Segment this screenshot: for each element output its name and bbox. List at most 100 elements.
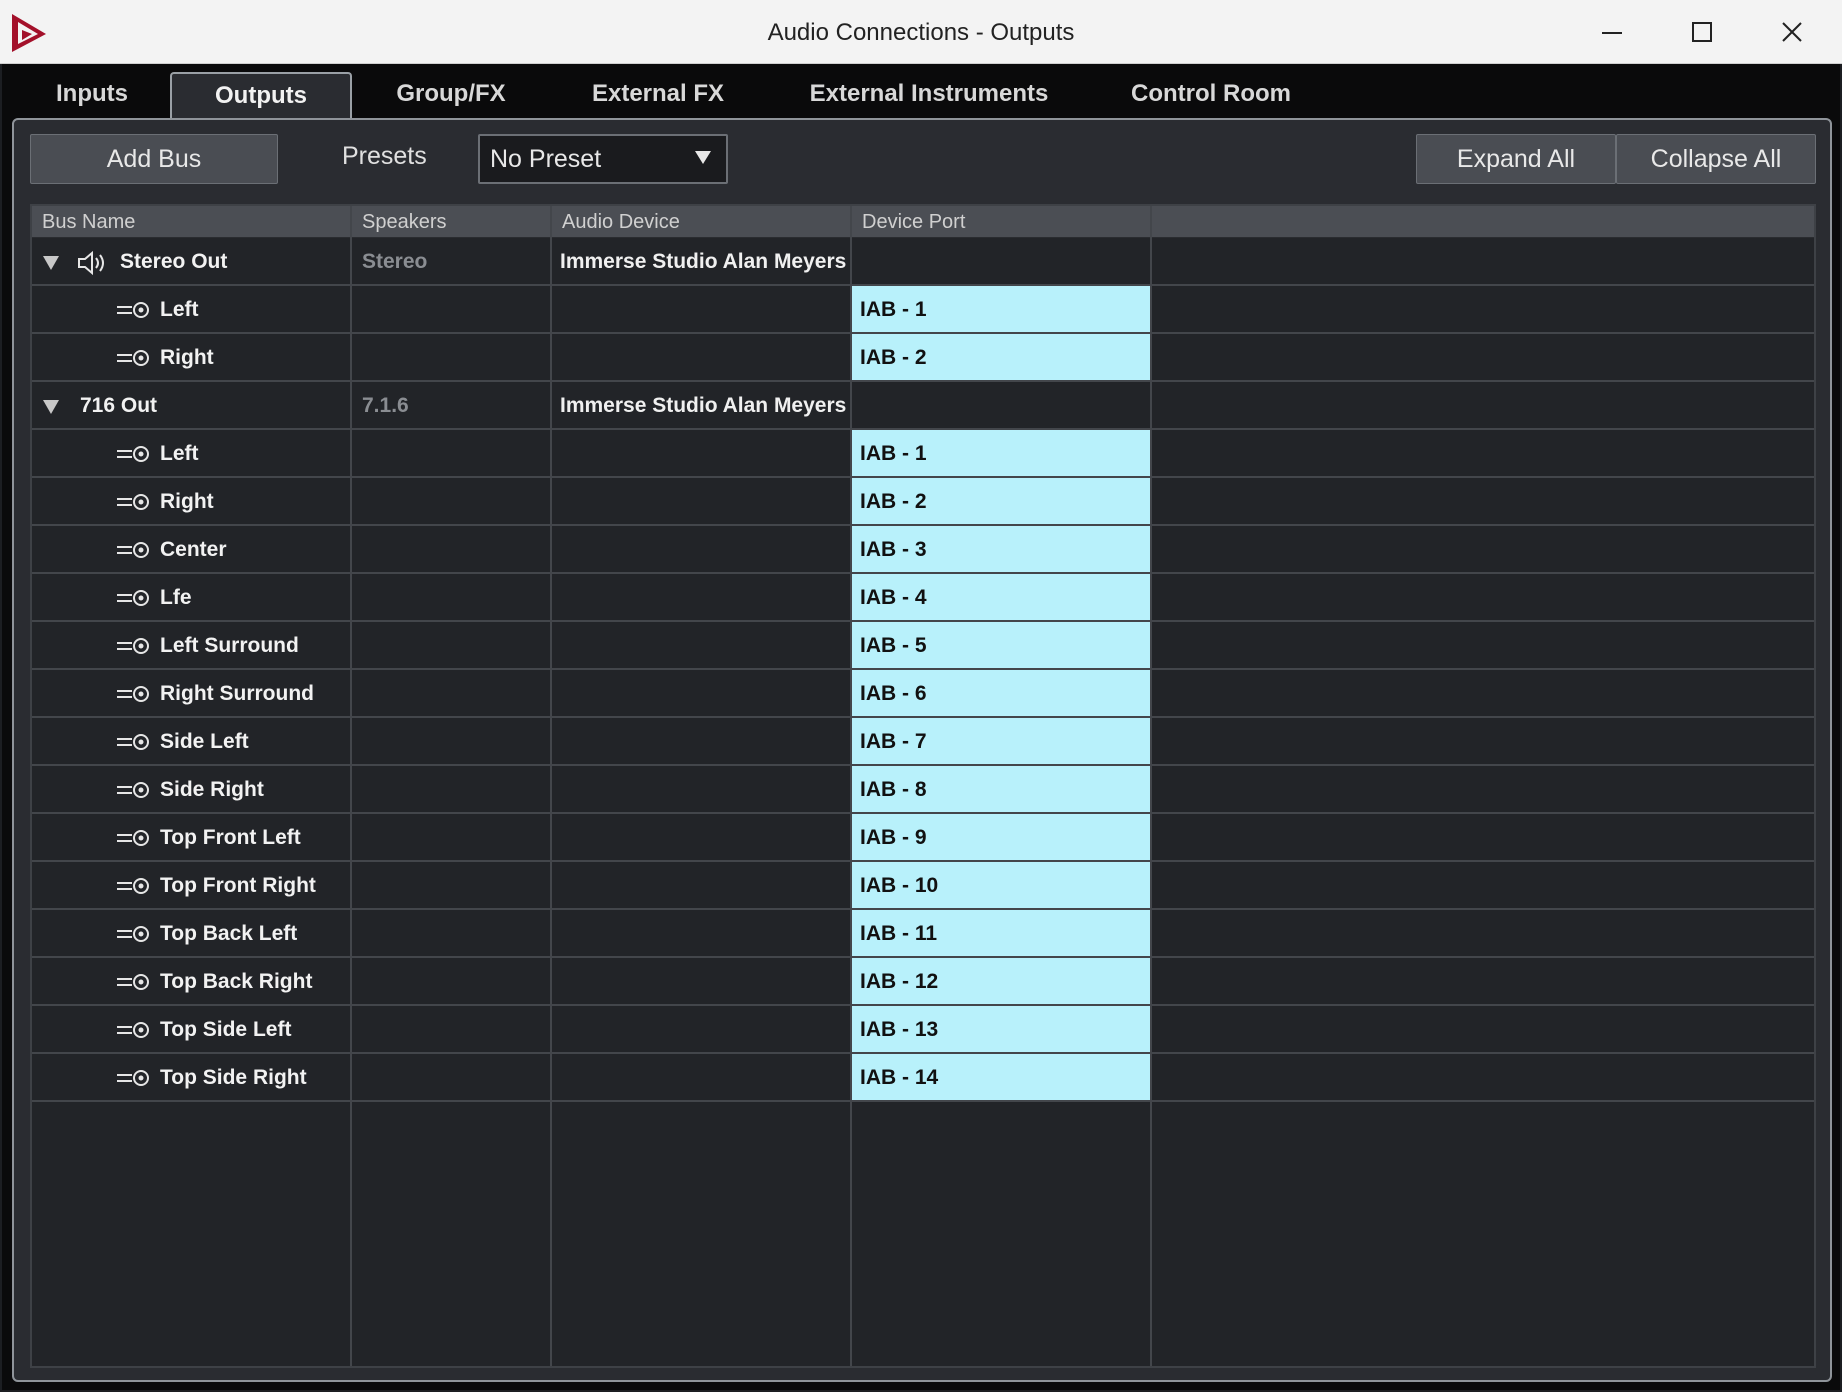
audio-device-cell[interactable] [552,718,850,764]
device-port-cell[interactable]: IAB - 5 [852,622,1150,668]
audio-device-cell[interactable] [552,526,850,572]
audio-device-cell[interactable] [552,622,850,668]
device-port-cell[interactable]: IAB - 13 [852,1006,1150,1052]
device-port-cell[interactable] [852,238,1150,284]
close-button[interactable] [1752,0,1832,64]
bus-name-cell[interactable]: Top Front Right [32,862,350,908]
bus-name-cell[interactable]: Side Left [32,718,350,764]
bus-name-cell[interactable]: Side Right [32,766,350,812]
speakers-cell[interactable] [352,718,550,764]
minimize-button[interactable] [1572,0,1652,64]
audio-device-cell[interactable] [552,1006,850,1052]
audio-device-cell[interactable] [552,814,850,860]
speakers-cell[interactable]: Stereo [352,238,550,284]
device-port-cell[interactable]: IAB - 1 [852,286,1150,332]
channel-row[interactable]: Right IAB - 2 [32,334,1814,382]
tab-external-instruments[interactable]: External Instruments [802,72,1056,118]
audio-device-cell[interactable] [552,1054,850,1100]
expand-triangle-icon[interactable] [42,254,60,272]
speakers-cell[interactable] [352,478,550,524]
audio-device-cell[interactable] [552,574,850,620]
channel-row[interactable]: Lfe IAB - 4 [32,574,1814,622]
bus-name-cell[interactable]: Right Surround [32,670,350,716]
bus-name-cell[interactable]: Right [32,478,350,524]
device-port-cell[interactable]: IAB - 10 [852,862,1150,908]
bus-name-cell[interactable]: Lfe [32,574,350,620]
column-header-bus-name[interactable]: Bus Name [32,206,352,238]
speakers-cell[interactable] [352,1054,550,1100]
channel-row[interactable]: Top Side Left IAB - 13 [32,1006,1814,1054]
speakers-cell[interactable] [352,622,550,668]
channel-row[interactable]: Side Right IAB - 8 [32,766,1814,814]
audio-device-cell[interactable] [552,430,850,476]
device-port-cell[interactable] [852,382,1150,428]
audio-device-cell[interactable] [552,862,850,908]
channel-row[interactable]: Top Back Left IAB - 11 [32,910,1814,958]
device-port-cell[interactable]: IAB - 4 [852,574,1150,620]
expand-triangle-icon[interactable] [42,398,60,416]
audio-device-cell[interactable] [552,766,850,812]
device-port-cell[interactable]: IAB - 14 [852,1054,1150,1100]
channel-row[interactable]: Top Front Left IAB - 9 [32,814,1814,862]
channel-row[interactable]: Right IAB - 2 [32,478,1814,526]
bus-name-cell[interactable]: Stereo Out [32,238,350,284]
channel-row[interactable]: Left IAB - 1 [32,430,1814,478]
bus-name-cell[interactable]: Left Surround [32,622,350,668]
speakers-cell[interactable] [352,526,550,572]
bus-name-cell[interactable]: Top Side Right [32,1054,350,1100]
tab-external-fx[interactable]: External FX [580,72,736,118]
speakers-cell[interactable] [352,862,550,908]
device-port-cell[interactable]: IAB - 11 [852,910,1150,956]
bus-name-cell[interactable]: Left [32,286,350,332]
bus-row[interactable]: Stereo Out Stereo Immerse Studio Alan Meye… [32,238,1814,286]
audio-device-cell[interactable] [552,286,850,332]
channel-row[interactable]: Top Back Right IAB - 12 [32,958,1814,1006]
tab-outputs[interactable]: Outputs [170,72,352,122]
speakers-cell[interactable] [352,670,550,716]
column-header-speakers[interactable]: Speakers [352,206,552,238]
channel-row[interactable]: Center IAB - 3 [32,526,1814,574]
bus-row[interactable]: 716 Out 7.1.6 Immerse Studio Alan Meyers [32,382,1814,430]
speakers-cell[interactable] [352,1006,550,1052]
device-port-cell[interactable]: IAB - 2 [852,478,1150,524]
audio-device-cell[interactable]: Immerse Studio Alan Meyers [552,238,850,284]
speakers-cell[interactable] [352,430,550,476]
device-port-cell[interactable]: IAB - 3 [852,526,1150,572]
device-port-cell[interactable]: IAB - 1 [852,430,1150,476]
speakers-cell[interactable] [352,574,550,620]
tab-inputs[interactable]: Inputs [32,72,152,118]
bus-name-cell[interactable]: Right [32,334,350,380]
channel-row[interactable]: Top Front Right IAB - 10 [32,862,1814,910]
bus-name-cell[interactable]: Center [32,526,350,572]
collapse-all-button[interactable]: Collapse All [1616,134,1816,184]
device-port-cell[interactable]: IAB - 9 [852,814,1150,860]
device-port-cell[interactable]: IAB - 7 [852,718,1150,764]
speakers-cell[interactable] [352,286,550,332]
speakers-cell[interactable] [352,814,550,860]
column-header-audio-device[interactable]: Audio Device [552,206,852,238]
channel-row[interactable]: Left IAB - 1 [32,286,1814,334]
speakers-cell[interactable] [352,334,550,380]
audio-device-cell[interactable]: Immerse Studio Alan Meyers [552,382,850,428]
tab-control-room[interactable]: Control Room [1120,72,1302,118]
speakers-cell[interactable]: 7.1.6 [352,382,550,428]
bus-name-cell[interactable]: Top Back Right [32,958,350,1004]
channel-row[interactable]: Right Surround IAB - 6 [32,670,1814,718]
audio-device-cell[interactable] [552,670,850,716]
preset-select[interactable]: No Preset [478,134,728,184]
bus-name-cell[interactable]: Left [32,430,350,476]
channel-row[interactable]: Top Side Right IAB - 14 [32,1054,1814,1102]
audio-device-cell[interactable] [552,958,850,1004]
device-port-cell[interactable]: IAB - 2 [852,334,1150,380]
bus-name-cell[interactable]: 716 Out [32,382,350,428]
speakers-cell[interactable] [352,958,550,1004]
bus-name-cell[interactable]: Top Front Left [32,814,350,860]
channel-row[interactable]: Left Surround IAB - 5 [32,622,1814,670]
maximize-button[interactable] [1662,0,1742,64]
bus-name-cell[interactable]: Top Back Left [32,910,350,956]
expand-all-button[interactable]: Expand All [1416,134,1616,184]
tab-group-fx[interactable]: Group/FX [378,72,524,118]
column-header-device-port[interactable]: Device Port [852,206,1152,238]
device-port-cell[interactable]: IAB - 12 [852,958,1150,1004]
speakers-cell[interactable] [352,910,550,956]
